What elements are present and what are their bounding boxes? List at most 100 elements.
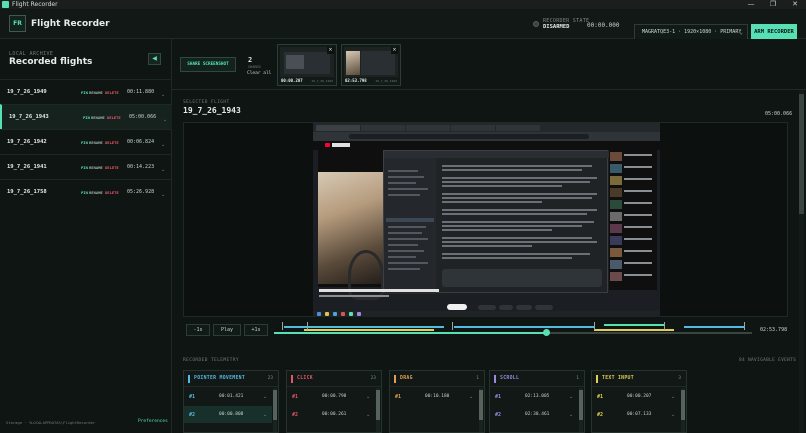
telemetry-card-pointer: POINTER MOVEMENT 23 #1 00:01.421 ⌄ #2 00… [183,370,279,433]
delete-button[interactable]: DELETE [105,165,119,170]
pin-button[interactable]: PIN [83,115,90,120]
selected-flight-duration: 05:00.066 [765,111,793,117]
telemetry-card-title: DRAG [400,376,413,381]
clear-all-button[interactable]: Clear all [247,71,271,76]
card-scrollbar[interactable] [479,388,483,432]
chevron-down-icon[interactable]: ⌄ [671,412,675,418]
flight-list: 19_7_26_1949 PIN RENAME DELETE 00:11.880… [0,79,172,204]
recorder-elapsed: 00:00.000 [587,22,620,29]
storage-path: Storage · %LOCALAPPDATA%\FlightRecorder [6,420,96,425]
flight-duration: 05:00.066 [129,114,157,120]
event-index: #2 [292,412,299,418]
delete-button[interactable]: DELETE [107,115,121,120]
play-button[interactable]: Play [213,324,241,336]
telemetry-card-click: CLICK 23 #1 00:00.798 ⌄ #2 00:00.261 ⌄ [286,370,382,433]
telemetry-event[interactable]: #2 00:07.133 ⌄ [592,406,680,423]
event-index: #1 [597,394,604,400]
delete-button[interactable]: DELETE [105,90,119,95]
chevron-down-icon[interactable]: ⌄ [161,167,165,173]
telemetry-card-title: POINTER MOVEMENT [194,376,246,381]
telemetry-event[interactable]: #2 00:00.808 ⌄ [184,406,272,423]
flight-row[interactable]: 19_7_26_1941 PIN RENAME DELETE 00:14.223… [0,154,172,179]
chevron-down-icon[interactable]: ⌄ [569,394,573,400]
event-time: 00:00.261 [322,412,347,417]
telemetry-event[interactable]: #1 00:10.180 ⌄ [390,388,478,405]
replay-site-header [313,141,660,150]
telemetry-event[interactable]: #1 00:00.798 ⌄ [287,388,375,405]
delete-button[interactable]: DELETE [105,140,119,145]
app-logo: FR [9,15,26,32]
flight-row[interactable]: 19_7_26_1758 PIN RENAME DELETE 05:26.928… [0,179,172,204]
collapse-sidebar-button[interactable]: ◀ [148,53,161,65]
event-time: 02:38.461 [525,412,550,417]
chevron-down-icon[interactable]: ⌄ [366,412,370,418]
card-scrollbar[interactable] [376,388,380,432]
screenshot-thumbnail[interactable]: × 00:00.207 19_7_26_1943 [277,44,337,86]
telemetry-event[interactable]: #1 02:13.005 ⌄ [490,388,578,405]
chevron-down-icon[interactable]: ⌄ [161,92,165,98]
app-title: Flight Recorder [31,19,110,29]
telemetry-event[interactable]: #1 00:01.421 ⌄ [184,388,272,405]
replay-frame[interactable] [313,123,660,317]
chevron-down-icon[interactable]: ⌄ [366,394,370,400]
preferences-link[interactable]: Preferences [138,419,168,424]
event-index: #2 [597,412,604,418]
rename-button[interactable]: RENAME [91,115,105,120]
chevron-down-icon[interactable]: ⌄ [161,142,165,148]
recorder-state: RECORDER STATE DISARMED [533,18,589,30]
chevron-down-icon[interactable]: ⌄ [263,394,267,400]
pin-button[interactable]: PIN [81,140,88,145]
flight-row[interactable]: 19_7_26_1942 PIN RENAME DELETE 00:06.824… [0,129,172,154]
close-icon[interactable]: × [391,47,398,54]
telemetry-event[interactable]: #2 00:00.261 ⌄ [287,406,375,423]
flight-duration: 00:06.824 [127,139,155,145]
chevron-down-icon[interactable]: ⌄ [469,394,473,400]
chevron-down-icon[interactable]: ⌄ [569,412,573,418]
pin-button[interactable]: PIN [81,90,88,95]
telemetry-event[interactable]: #2 02:38.461 ⌄ [490,406,578,423]
event-time: 00:00.798 [322,394,347,399]
rename-button[interactable]: RENAME [89,190,103,195]
card-scrollbar[interactable] [579,388,583,432]
timeline-playhead[interactable] [542,329,550,336]
maximize-icon[interactable]: ❐ [762,0,784,9]
telemetry-card-text-input: TEXT INPUT 3 #1 00:00.207 ⌄ #2 00:07.133… [591,370,687,433]
card-scrollbar[interactable] [273,388,277,432]
flight-name: 19_7_26_1758 [7,189,47,195]
delete-button[interactable]: DELETE [105,190,119,195]
pin-button[interactable]: PIN [81,190,88,195]
event-index: #2 [495,412,502,418]
flight-name: 19_7_26_1943 [9,114,49,120]
telemetry-event[interactable]: #1 00:00.207 ⌄ [592,388,680,405]
flight-duration: 00:14.223 [127,164,155,170]
card-scrollbar[interactable] [681,388,685,432]
close-icon[interactable]: ✕ [784,0,806,9]
chevron-down-icon[interactable]: ⌄ [163,117,167,123]
sidebar-footer: Storage · %LOCALAPPDATA%\FlightRecorder … [0,409,172,433]
rename-button[interactable]: RENAME [89,90,103,95]
flight-row-selected[interactable]: 19_7_26_1943 PIN RENAME DELETE 05:00.066… [0,104,172,129]
event-time: 00:00.207 [627,394,652,399]
share-screenshot-button[interactable]: SHARE SCREENSHOT [180,57,236,72]
main-scrollbar[interactable] [799,90,804,433]
chevron-down-icon[interactable]: ⌄ [671,394,675,400]
replay-video-channel [319,295,389,297]
screenshot-thumbnail[interactable]: × 02:53.798 19_7_26_1943 [341,44,401,86]
window-controls: — ❐ ✕ [740,0,806,9]
flight-row[interactable]: 19_7_26_1949 PIN RENAME DELETE 00:11.880… [0,79,172,104]
sidebar: LOCAL ARCHIVE Recorded flights ◀ 19_7_26… [0,39,172,433]
replay-recommendations [609,150,657,290]
chevron-down-icon[interactable]: ⌄ [263,412,267,418]
step-forward-button[interactable]: +1s [244,324,268,336]
step-back-button[interactable]: -1s [186,324,210,336]
flight-name: 19_7_26_1949 [7,89,47,95]
close-icon[interactable]: × [327,47,334,54]
timeline[interactable] [274,320,752,338]
pin-button[interactable]: PIN [81,165,88,170]
minimize-icon[interactable]: — [740,0,762,9]
rename-button[interactable]: RENAME [89,165,103,170]
chevron-down-icon[interactable]: ⌄ [161,192,165,198]
screenshot-count-unit: SHARED [248,65,261,69]
main-scrollbar-thumb[interactable] [799,94,804,214]
rename-button[interactable]: RENAME [89,140,103,145]
